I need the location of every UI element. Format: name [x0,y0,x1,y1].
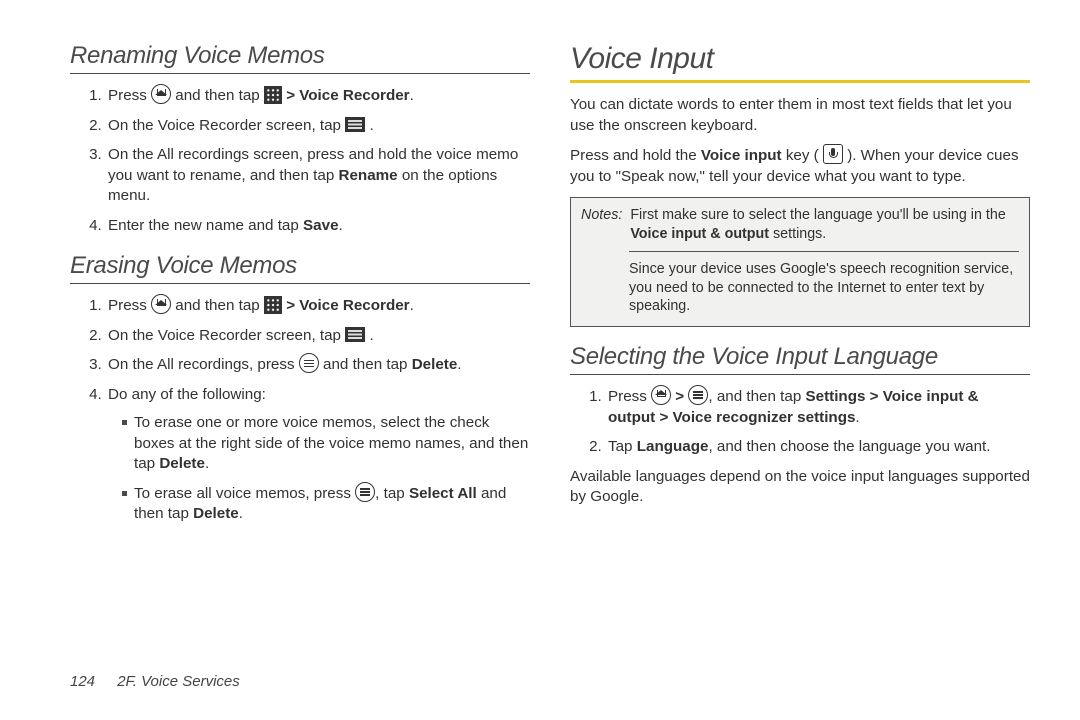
bullet: To erase all voice memos, press , tap Se… [122,484,530,525]
text: To erase all voice memos, press [134,485,355,502]
text: key ( [782,147,823,164]
list-icon [345,327,365,342]
bold-text: Voice Recorder [299,87,409,104]
text: settings. [769,226,826,242]
bold-text: Rename [339,167,398,184]
text: , and then tap [708,388,805,405]
home-icon [151,294,171,314]
page-number: 124 [70,673,95,690]
rule [70,73,530,74]
step: Do any of the following: To erase one or… [106,385,530,525]
right-column: Voice Input You can dictate words to ent… [570,42,1030,534]
paragraph: Press and hold the Voice input key ( ). … [570,146,1030,187]
bold-text: Voice input [701,147,782,164]
sub-bullets: To erase one or more voice memos, select… [108,413,530,525]
text: Press [608,388,651,405]
text: . [457,356,461,373]
step: Press > , and then tap Settings > Voice … [606,387,1030,428]
bold-text: Language [637,438,709,455]
step: Press and then tap > Voice Recorder. [106,296,530,317]
step: On the All recordings screen, press and … [106,145,530,207]
left-column: Renaming Voice Memos Press and then tap … [70,42,530,534]
text: . [369,327,373,344]
rule [70,283,530,284]
microphone-icon [823,144,843,164]
text: and then tap [323,356,412,373]
list-icon [345,117,365,132]
note-text: First make sure to select the language y… [630,206,1019,243]
text: Do any of the following: [108,386,266,403]
text: , and then choose the language you want. [708,438,990,455]
menu-icon [355,482,375,502]
text: On the Voice Recorder screen, tap [108,117,345,134]
text: . [855,409,859,426]
bold-text: Save [303,217,338,234]
note-text: Since your device uses Google's speech r… [629,260,1019,316]
bold-text: Voice input & output [630,226,769,242]
apps-grid-icon [264,86,282,104]
bold-text: Delete [412,356,458,373]
separator: > [655,409,672,426]
heading-voice-input: Voice Input [570,42,1030,76]
page: Renaming Voice Memos Press and then tap … [0,0,1080,534]
separator: > [865,388,882,405]
heading-erasing: Erasing Voice Memos [70,252,530,280]
bold-text: Voice Recorder [299,297,409,314]
bold-text: Voice recognizer settings [673,409,856,426]
text: Press and hold the [570,147,701,164]
text: On the All recordings, press [108,356,299,373]
text: , tap [375,485,409,502]
note-row: Notes: First make sure to select the lan… [581,206,1019,243]
text: . [205,455,209,472]
notes-label: Notes: [581,206,622,243]
step: Enter the new name and tap Save. [106,216,530,237]
rule [570,374,1030,375]
renaming-steps: Press and then tap > Voice Recorder. On … [70,86,530,236]
text: Press [108,87,151,104]
bold-text: Select All [409,485,477,502]
notes-divider [629,251,1019,252]
apps-grid-icon [264,296,282,314]
text: . [339,217,343,234]
section-label: 2F. Voice Services [117,673,240,690]
text: . [369,117,373,134]
text: . [239,505,243,522]
heading-selecting-language: Selecting the Voice Input Language [570,343,1030,371]
bullet: To erase one or more voice memos, select… [122,413,530,475]
menu-icon [299,353,319,373]
text: On the Voice Recorder screen, tap [108,327,345,344]
separator: > [286,297,299,314]
text: . [410,87,414,104]
menu-icon [688,385,708,405]
separator: > [286,87,299,104]
text: First make sure to select the language y… [630,207,1005,223]
notes-box: Notes: First make sure to select the lan… [570,197,1030,327]
bold-text: Delete [159,455,205,472]
page-footer: 124 2F. Voice Services [70,673,240,690]
step: On the Voice Recorder screen, tap . [106,116,530,137]
text: Press [108,297,151,314]
text: Enter the new name and tap [108,217,303,234]
text: Tap [608,438,637,455]
separator: > [675,388,688,405]
erasing-steps: Press and then tap > Voice Recorder. On … [70,296,530,525]
rule-accent [570,80,1030,83]
home-icon [651,385,671,405]
bold-text: Settings [806,388,866,405]
step: Press and then tap > Voice Recorder. [106,86,530,107]
text: and then tap [175,87,264,104]
step: On the All recordings, press and then ta… [106,355,530,376]
paragraph: You can dictate words to enter them in m… [570,95,1030,136]
paragraph: Available languages depend on the voice … [570,467,1030,508]
step: On the Voice Recorder screen, tap . [106,326,530,347]
bold-text: Delete [193,505,239,522]
step: Tap Language, and then choose the langua… [606,437,1030,458]
selecting-steps: Press > , and then tap Settings > Voice … [570,387,1030,458]
text: and then tap [175,297,264,314]
heading-renaming: Renaming Voice Memos [70,42,530,70]
home-icon [151,84,171,104]
text: . [410,297,414,314]
